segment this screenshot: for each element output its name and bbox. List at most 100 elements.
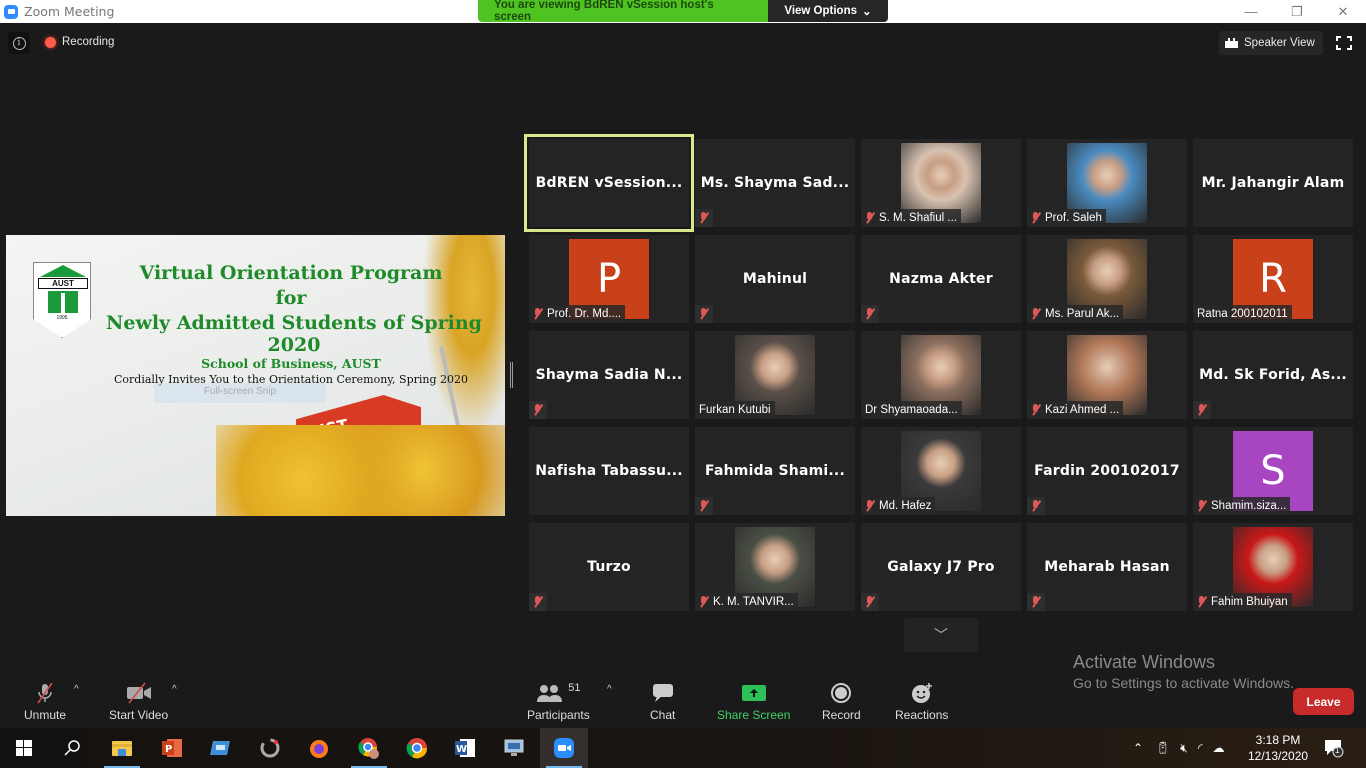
aust-logo: AUST 1995 (33, 262, 91, 338)
participant-tile[interactable]: Md. Hafez (861, 427, 1021, 515)
next-page-button[interactable]: ﹀ (904, 618, 978, 652)
view-options-button[interactable]: View Options ⌄ (768, 0, 888, 22)
watermark-subtitle: Go to Settings to activate Windows. (1073, 675, 1294, 691)
participant-tile[interactable]: Ms. Shayma Sad... (695, 139, 855, 227)
restore-button[interactable]: ❐ (1274, 0, 1320, 23)
audio-options-caret[interactable]: ^ (74, 684, 79, 695)
participant-tile[interactable]: S Shamim.siza... (1193, 427, 1353, 515)
participant-tile[interactable]: P Prof. Dr. Md.... (529, 235, 689, 323)
participant-status (695, 209, 713, 227)
share-screen-icon (741, 682, 767, 704)
participant-tile[interactable]: Mr. Jahangir Alam (1193, 139, 1353, 227)
record-dot-icon (45, 36, 56, 48)
participant-tile[interactable]: R Ratna 200102011 (1193, 235, 1353, 323)
notification-center-button[interactable]: 1 (1324, 738, 1344, 758)
participant-tile[interactable]: Furkan Kutubi (695, 331, 855, 419)
battery-icon[interactable]: 🔋︎ (1155, 741, 1170, 755)
search-button[interactable] (48, 728, 96, 768)
participant-tile[interactable]: BdREN vSession... (524, 134, 694, 232)
muted-mic-icon (865, 212, 875, 224)
taskbar-zoom[interactable] (540, 728, 588, 768)
tray-overflow-icon[interactable]: ⌃ (1133, 741, 1143, 755)
taskbar-word[interactable]: W (441, 728, 489, 768)
window-controls: — ❐ ✕ (1228, 0, 1366, 23)
taskbar-chrome[interactable] (393, 728, 441, 768)
activate-windows-watermark: Activate Windows Go to Settings to activ… (1073, 652, 1294, 691)
participant-tile[interactable]: Shayma Sadia N... (529, 331, 689, 419)
participant-tile[interactable]: Nazma Akter (861, 235, 1021, 323)
participant-tile[interactable]: Turzo (529, 523, 689, 611)
speaker-view-button[interactable]: Speaker View (1219, 31, 1323, 55)
record-label: Record (822, 708, 861, 722)
clock[interactable]: 3:18 PM 12/13/2020 (1248, 732, 1308, 764)
chat-button[interactable]: Chat (650, 682, 675, 722)
participants-button[interactable]: 51 Participants (527, 682, 590, 722)
chevron-down-icon: ﹀ (934, 627, 948, 643)
fullscreen-button[interactable] (1336, 36, 1352, 50)
share-screen-button[interactable]: Share Screen (717, 682, 790, 722)
close-button[interactable]: ✕ (1320, 0, 1366, 23)
participant-tile[interactable]: Mahinul (695, 235, 855, 323)
participant-tile[interactable]: Meharab Hasan (1027, 523, 1187, 611)
participant-label: Prof. Saleh (1027, 209, 1106, 227)
watermark-title: Activate Windows (1073, 652, 1216, 672)
start-video-button[interactable]: Start Video (109, 682, 168, 722)
taskbar-app-blue[interactable] (196, 728, 244, 768)
muted-mic-icon (699, 596, 709, 608)
participant-tile[interactable]: Nafisha Tabassu... (529, 427, 689, 515)
slide-subtitle: School of Business, AUST (201, 356, 381, 371)
chrome-icon (406, 738, 428, 759)
muted-mic-icon (33, 682, 57, 704)
volume-muted-icon[interactable]: 🔇︎ (1180, 741, 1188, 756)
participant-name: Prof. Saleh (1045, 212, 1102, 224)
participant-label: Kazi Ahmed ... (1027, 401, 1124, 419)
taskbar-network-app[interactable] (490, 728, 538, 768)
reactions-button[interactable]: Reactions (895, 682, 948, 722)
participant-tile[interactable]: Fardin 200102017 (1027, 427, 1187, 515)
video-options-caret[interactable]: ^ (172, 684, 177, 695)
participant-tile[interactable]: K. M. TANVIR... (695, 523, 855, 611)
taskbar-file-explorer[interactable] (98, 728, 146, 768)
participant-label: Md. Hafez (861, 497, 936, 515)
participant-tile[interactable]: Ms. Parul Ak... (1027, 235, 1187, 323)
onedrive-icon[interactable]: ☁︎ (1213, 741, 1225, 755)
participant-name: Shayma Sadia N... (535, 367, 683, 383)
participant-status (529, 401, 547, 419)
leaves-image (216, 425, 505, 516)
splitter-handle[interactable] (510, 362, 513, 388)
participant-name: Md. Hafez (879, 500, 932, 512)
taskbar-powerpoint[interactable]: P (148, 728, 196, 768)
taskbar-app-gray[interactable] (246, 728, 294, 768)
participants-count: 51 (568, 682, 581, 694)
fullscreen-icon-corner (1347, 45, 1352, 50)
participant-name: Shamim.siza... (1211, 500, 1287, 512)
leave-button[interactable]: Leave (1293, 688, 1354, 715)
circle-app-icon (260, 738, 280, 758)
record-icon (830, 682, 852, 704)
participants-options-caret[interactable]: ^ (607, 684, 612, 695)
start-button[interactable] (0, 728, 48, 768)
participant-tile[interactable]: Md. Sk Forid, As... (1193, 331, 1353, 419)
view-options-label: View Options (784, 5, 857, 17)
taskbar-chrome-profile[interactable] (345, 728, 393, 768)
minimize-button[interactable]: — (1228, 0, 1274, 23)
taskbar-firefox[interactable] (295, 728, 343, 768)
participant-tile[interactable]: Kazi Ahmed ... (1027, 331, 1187, 419)
meeting-info-button[interactable]: i (8, 32, 30, 54)
record-button[interactable]: Record (822, 682, 861, 722)
participant-tile[interactable]: Galaxy J7 Pro (861, 523, 1021, 611)
participant-name: Nafisha Tabassu... (535, 463, 683, 479)
participant-tile[interactable]: Dr Shyamaoada... (861, 331, 1021, 419)
participant-tile[interactable]: Fahmida Shami... (695, 427, 855, 515)
muted-mic-icon (1031, 212, 1041, 224)
clock-date: 12/13/2020 (1248, 749, 1309, 763)
participant-tile[interactable]: Fahim Bhuiyan (1193, 523, 1353, 611)
unmute-button[interactable]: Unmute (24, 682, 66, 722)
wifi-icon[interactable]: ◜ (1198, 741, 1203, 755)
participant-status (861, 305, 879, 323)
notification-count: 1 (1335, 746, 1340, 755)
participant-tile[interactable]: S. M. Shafiul ... (861, 139, 1021, 227)
participant-name: Mr. Jahangir Alam (1201, 175, 1345, 191)
participant-tile[interactable]: Prof. Saleh (1027, 139, 1187, 227)
muted-mic-icon (1031, 596, 1041, 608)
